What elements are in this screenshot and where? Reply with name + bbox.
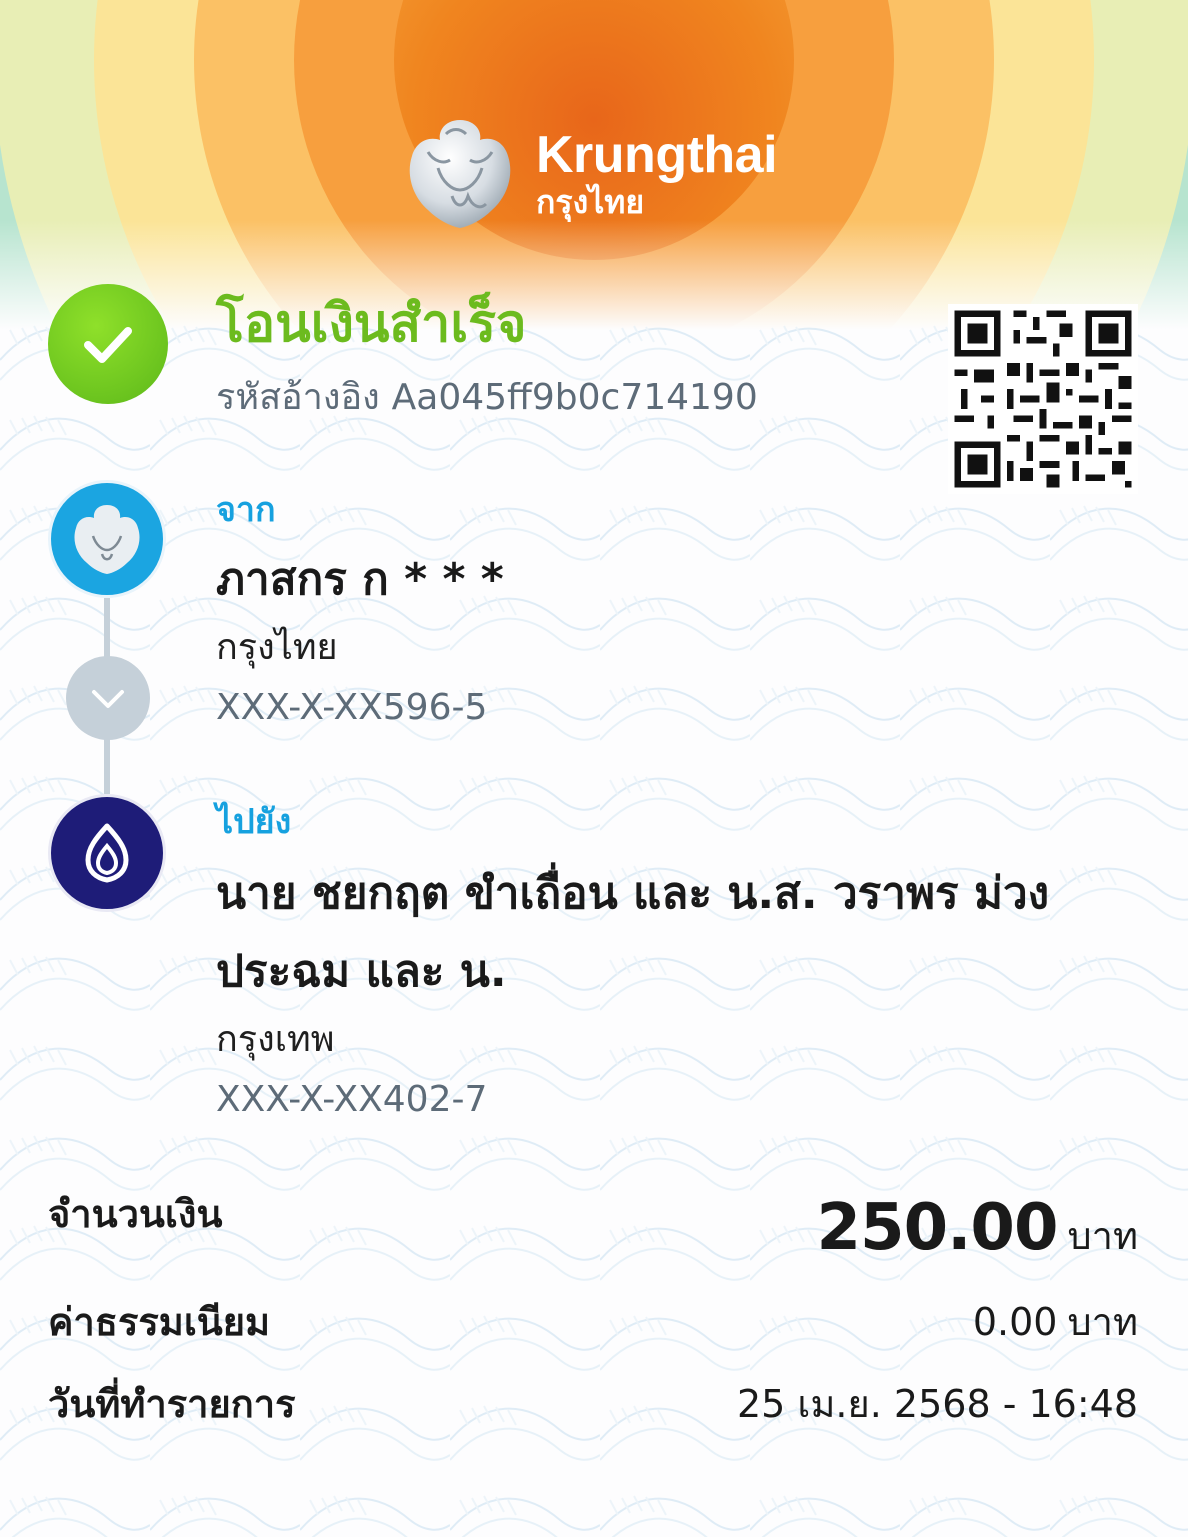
krungthai-bird-icon <box>74 505 140 574</box>
to-bank-logo <box>48 794 166 912</box>
brand-name-en: Krungthai <box>536 126 778 184</box>
success-badge <box>48 284 168 404</box>
amount-value: 250.00 บาท <box>817 1190 1138 1274</box>
krungthai-bird-icon <box>409 120 511 228</box>
to-label: ไปยัง <box>216 802 292 842</box>
from-account: XXX-X-XX596-5 <box>216 687 488 728</box>
fee-label: ค่าธรรมเนียม <box>48 1300 271 1344</box>
transfer-direction <box>66 656 150 740</box>
date-value: 25 เม.ย. 2568 - 16:48 <box>736 1382 1138 1426</box>
from-name: ภาสกร ก * * * <box>216 554 504 605</box>
header-banner: Krungthai กรุงไทย <box>0 0 1188 330</box>
krungthai-logo: Krungthai กรุงไทย <box>398 112 778 236</box>
date-label: วันที่ทำรายการ <box>48 1382 296 1426</box>
fee-unit: บาท <box>1067 1300 1138 1344</box>
amount-unit: บาท <box>1067 1214 1138 1258</box>
from-bank-logo <box>48 480 166 598</box>
verification-qr-code[interactable] <box>948 304 1138 494</box>
reference-value: Aa045ff9b0c714190 <box>391 377 758 418</box>
to-name-line2: ประฉม และ น. <box>216 946 507 997</box>
to-account: XXX-X-XX402-7 <box>216 1079 488 1120</box>
chevron-down-icon <box>92 690 124 708</box>
from-label: จาก <box>216 490 276 530</box>
status-title: โอนเงินสำเร็จ <box>216 294 527 354</box>
amount-number: 250.00 <box>816 1191 1059 1265</box>
fee-value: 0.00 บาท <box>973 1294 1138 1350</box>
to-name-line1: นาย ชยกฤต ขำเถื่อน และ น.ส. วราพร ม่วง <box>216 868 1050 919</box>
fee-number: 0.00 <box>972 1300 1058 1344</box>
reference-code: รหัสอ้างอิง Aa045ff9b0c714190 <box>216 370 758 426</box>
amount-label: จำนวนเงิน <box>48 1192 223 1236</box>
to-bank: กรุงเทพ <box>216 1019 335 1060</box>
brand-name-th: กรุงไทย <box>536 183 645 221</box>
lotus-icon <box>85 823 129 883</box>
reference-label: รหัสอ้างอิง <box>216 377 380 418</box>
from-bank: กรุงไทย <box>216 627 338 668</box>
check-icon <box>84 327 132 363</box>
